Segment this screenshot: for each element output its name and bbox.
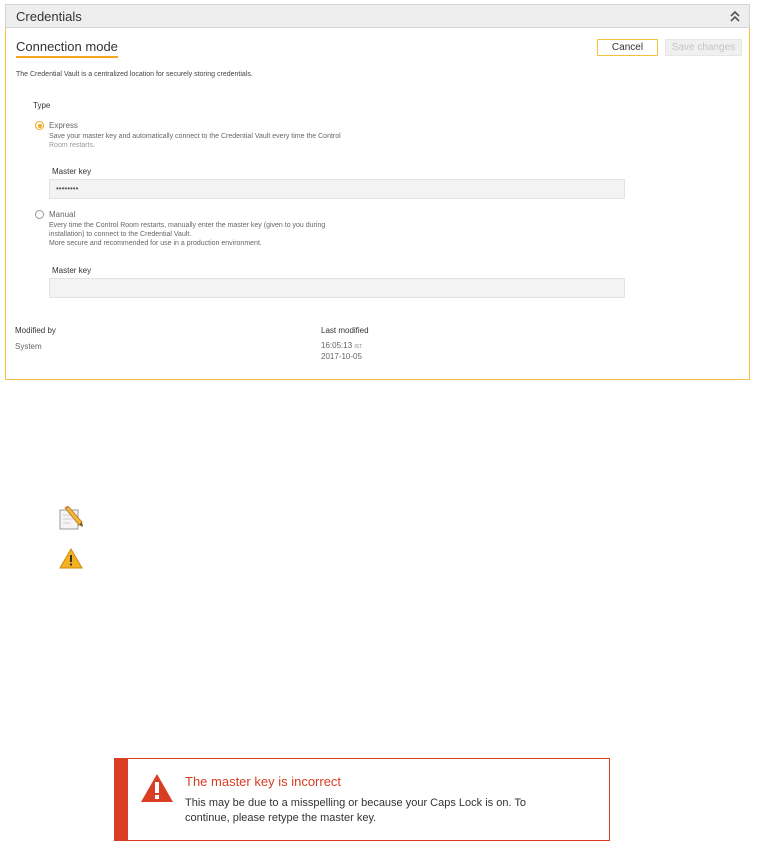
- modified-by-label: Modified by: [15, 326, 56, 335]
- error-warning-icon: [141, 774, 173, 802]
- error-text: This may be due to a misspelling or beca…: [185, 797, 526, 824]
- error-accent-bar: [115, 759, 128, 840]
- manual-radio[interactable]: [35, 210, 44, 219]
- double-chevron-up-icon[interactable]: [729, 9, 741, 23]
- cancel-button[interactable]: Cancel: [597, 39, 658, 56]
- pencil-icon: [59, 506, 83, 530]
- credentials-panel-body: Connection mode Cancel Save changes The …: [5, 28, 750, 380]
- section-description: The Credential Vault is a centralized lo…: [16, 71, 253, 78]
- last-modified-value: 16:05:13 IST 2017-10-05: [321, 341, 363, 361]
- manual-master-key-label: Master key: [52, 266, 92, 275]
- last-modified-label: Last modified: [321, 326, 369, 335]
- express-label[interactable]: Express: [49, 121, 78, 130]
- modified-by-value: System: [15, 342, 42, 351]
- warning-icon: [59, 548, 83, 569]
- express-description: Save your master key and automatically c…: [49, 133, 341, 149]
- manual-description: Every time the Control Room restarts, ma…: [49, 222, 326, 247]
- panel-title: Credentials: [16, 9, 82, 24]
- save-changes-button[interactable]: Save changes: [665, 39, 742, 56]
- type-label: Type: [33, 101, 51, 110]
- express-master-key-label: Master key: [52, 167, 92, 176]
- express-master-key-input[interactable]: ••••••••: [49, 179, 625, 199]
- manual-master-key-input[interactable]: [49, 278, 625, 298]
- express-radio[interactable]: [35, 121, 44, 130]
- credentials-panel-header[interactable]: Credentials: [5, 4, 750, 28]
- error-message-box: The master key is incorrect This may be …: [114, 758, 610, 841]
- manual-label[interactable]: Manual: [49, 210, 75, 219]
- error-title: The master key is incorrect: [185, 774, 342, 789]
- section-title: Connection mode: [16, 39, 118, 58]
